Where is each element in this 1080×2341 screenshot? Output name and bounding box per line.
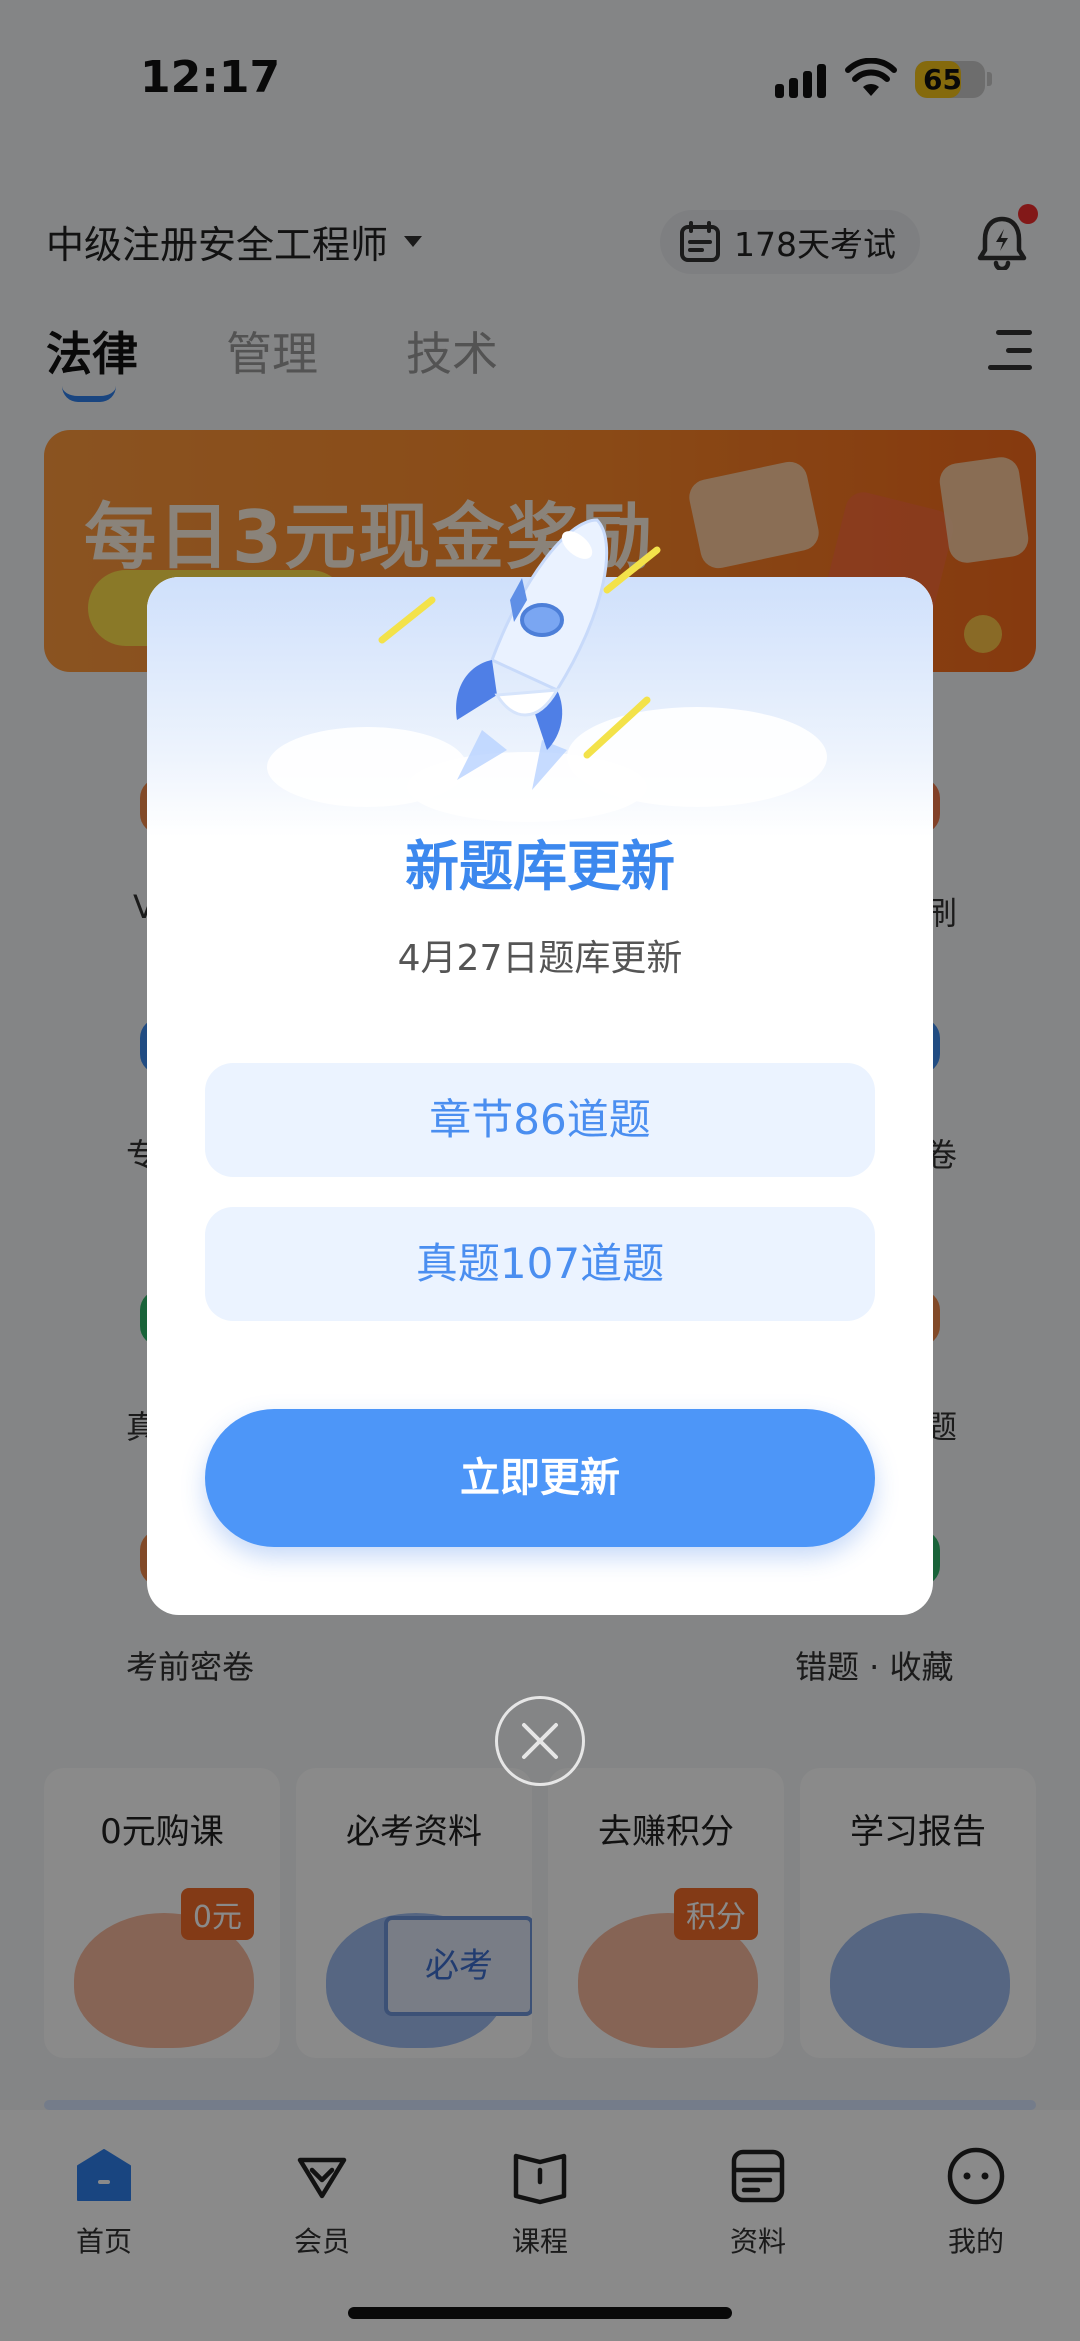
update-item-past-exams: 真题107道题	[205, 1207, 875, 1321]
rocket-icon	[378, 518, 661, 790]
dialog-subtitle: 4月27日题库更新	[397, 938, 683, 979]
close-icon	[522, 1723, 558, 1759]
dialog-title: 新题库更新	[405, 835, 675, 898]
update-item-chapter: 章节86道题	[205, 1063, 875, 1177]
update-now-button[interactable]: 立即更新	[205, 1409, 875, 1547]
dialog-close-button[interactable]	[495, 1696, 585, 1786]
